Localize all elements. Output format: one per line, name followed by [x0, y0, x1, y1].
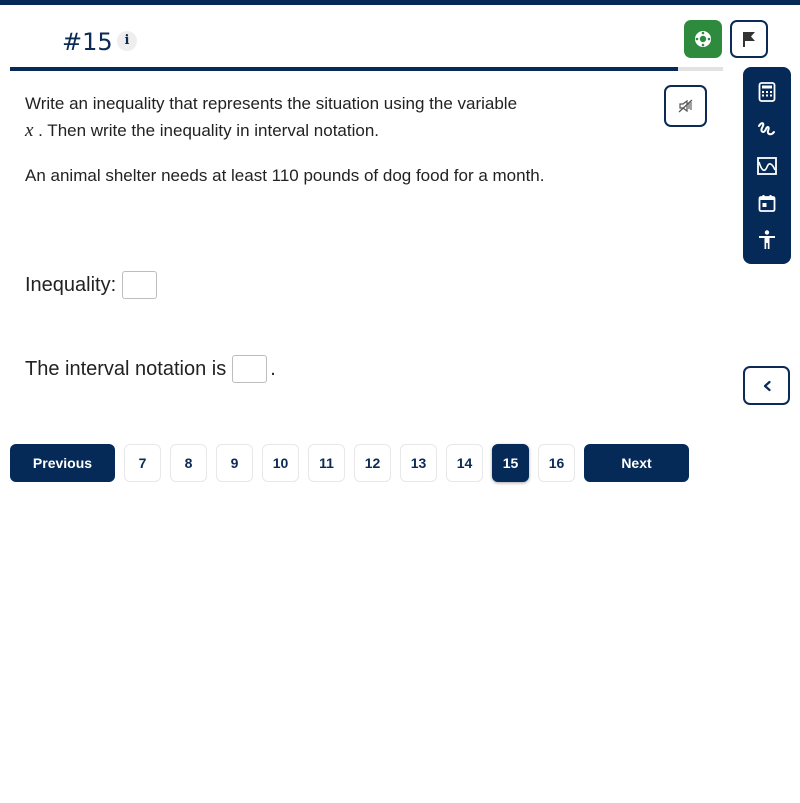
page-button-14[interactable]: 14: [446, 444, 483, 482]
page-button-8[interactable]: 8: [170, 444, 207, 482]
collapse-toolbar-button[interactable]: [743, 366, 790, 405]
progress-bar: [10, 67, 723, 71]
page-button-11[interactable]: 11: [308, 444, 345, 482]
instruction-part1: Write an inequality that represents the …: [25, 94, 518, 113]
calendar-button[interactable]: [753, 189, 781, 217]
question-pager: Previous 7 8 9 10 11 12 13 14 15 16 Next: [10, 444, 689, 482]
progress-fill: [10, 67, 679, 71]
graph-icon: [757, 156, 777, 175]
instruction-part2: . Then write the inequality in interval …: [38, 121, 380, 140]
page-button-16[interactable]: 16: [538, 444, 575, 482]
accessibility-button[interactable]: [753, 226, 781, 254]
info-icon[interactable]: i: [117, 31, 137, 51]
interval-input[interactable]: [232, 355, 268, 383]
scenario-text: An animal shelter needs at least 110 pou…: [25, 166, 545, 185]
next-button[interactable]: Next: [584, 444, 689, 482]
instruction-text: Write an inequality that represents the …: [25, 90, 605, 144]
calendar-icon: [758, 194, 776, 212]
page-button-12[interactable]: 12: [354, 444, 391, 482]
interval-label: The interval notation is: [25, 357, 227, 380]
chevron-left-icon: [763, 380, 771, 391]
question-prompt: Write an inequality that represents the …: [25, 90, 605, 207]
audio-button[interactable]: [664, 85, 707, 127]
flag-icon: [743, 32, 755, 47]
tools-toolbar: [743, 67, 791, 264]
inequality-row: Inequality:: [25, 271, 160, 299]
calculator-icon: [758, 81, 776, 102]
scratchpad-button[interactable]: [753, 115, 781, 143]
page-button-15[interactable]: 15: [492, 444, 529, 482]
scribble-icon: [758, 121, 775, 135]
variable-x: x: [25, 120, 34, 141]
previous-button[interactable]: Previous: [10, 444, 115, 482]
flag-button[interactable]: [730, 20, 768, 58]
calculator-button[interactable]: [753, 78, 781, 106]
question-number: #15: [62, 28, 113, 56]
interval-suffix: .: [270, 357, 276, 380]
speaker-muted-icon: [678, 99, 692, 113]
page-button-9[interactable]: 9: [216, 444, 253, 482]
inequality-label: Inequality:: [25, 273, 117, 296]
page-button-13[interactable]: 13: [400, 444, 437, 482]
interval-row: The interval notation is .: [25, 355, 276, 383]
help-button[interactable]: [684, 20, 722, 58]
page-button-7[interactable]: 7: [124, 444, 161, 482]
inequality-input[interactable]: [122, 271, 158, 299]
graph-button[interactable]: [753, 152, 781, 180]
lifebuoy-icon: [695, 31, 711, 47]
accessibility-icon: [759, 229, 775, 249]
top-accent-bar: [0, 0, 800, 5]
page-buttons: 7 8 9 10 11 12 13 14 15 16: [115, 444, 575, 482]
page-button-10[interactable]: 10: [262, 444, 299, 482]
